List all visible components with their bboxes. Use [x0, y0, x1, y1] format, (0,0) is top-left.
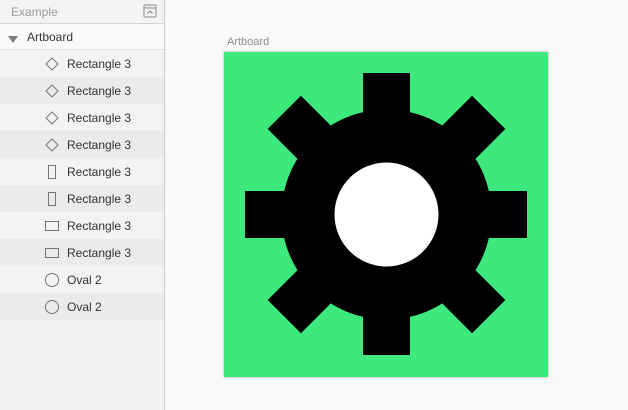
- collapse-panel-icon[interactable]: [143, 4, 157, 18]
- diamond-icon: [44, 83, 60, 99]
- layer-row[interactable]: Oval 2: [0, 266, 164, 293]
- layer-row[interactable]: Rectangle 3: [0, 185, 164, 212]
- horizontal-rectangle-icon: [44, 245, 60, 261]
- layer-label: Rectangle 3: [67, 165, 132, 179]
- artboard-caption[interactable]: Artboard: [227, 36, 269, 48]
- artboard-canvas: [224, 52, 548, 377]
- layer-label: Rectangle 3: [67, 84, 132, 98]
- layer-label: Rectangle 3: [67, 57, 132, 71]
- layers-panel-header: Example: [0, 0, 164, 24]
- layers-panel: Example Artboard Rectangle 3 Rectangle 3R…: [0, 0, 165, 410]
- layer-row[interactable]: Rectangle 3: [0, 158, 164, 185]
- layer-row[interactable]: Rectangle 3: [0, 77, 164, 104]
- layer-list: Rectangle 3 Rectangle 3 Rectangle 3 Rectang…: [0, 50, 164, 320]
- layer-label: Rectangle 3: [67, 192, 132, 206]
- vertical-rectangle-icon: [44, 191, 60, 207]
- layer-row[interactable]: Rectangle 3: [0, 239, 164, 266]
- horizontal-rectangle-icon: [44, 218, 60, 234]
- document-title: Example: [11, 5, 58, 19]
- oval-icon: [44, 272, 60, 288]
- layer-row[interactable]: Rectangle 3: [0, 212, 164, 239]
- layer-label: Oval 2: [67, 300, 102, 314]
- layer-artboard[interactable]: Artboard: [0, 24, 164, 50]
- artboard[interactable]: [224, 52, 548, 377]
- gear-hole[interactable]: [334, 162, 439, 267]
- layer-label: Rectangle 3: [67, 246, 132, 260]
- layer-label: Rectangle 3: [67, 111, 132, 125]
- diamond-icon: [44, 56, 60, 72]
- layer-label: Rectangle 3: [67, 138, 132, 152]
- layer-label: Rectangle 3: [67, 219, 132, 233]
- layer-row[interactable]: Rectangle 3: [0, 104, 164, 131]
- vertical-rectangle-icon: [44, 164, 60, 180]
- artboard-layer-label: Artboard: [27, 30, 74, 44]
- oval-icon: [44, 299, 60, 315]
- canvas[interactable]: Artboard: [166, 0, 628, 410]
- layer-row[interactable]: Rectangle 3: [0, 131, 164, 158]
- layer-row[interactable]: Rectangle 3: [0, 50, 164, 77]
- diamond-icon: [44, 137, 60, 153]
- layer-label: Oval 2: [67, 273, 102, 287]
- diamond-icon: [44, 110, 60, 126]
- layer-row[interactable]: Oval 2: [0, 293, 164, 320]
- disclosure-triangle-icon[interactable]: [8, 33, 18, 43]
